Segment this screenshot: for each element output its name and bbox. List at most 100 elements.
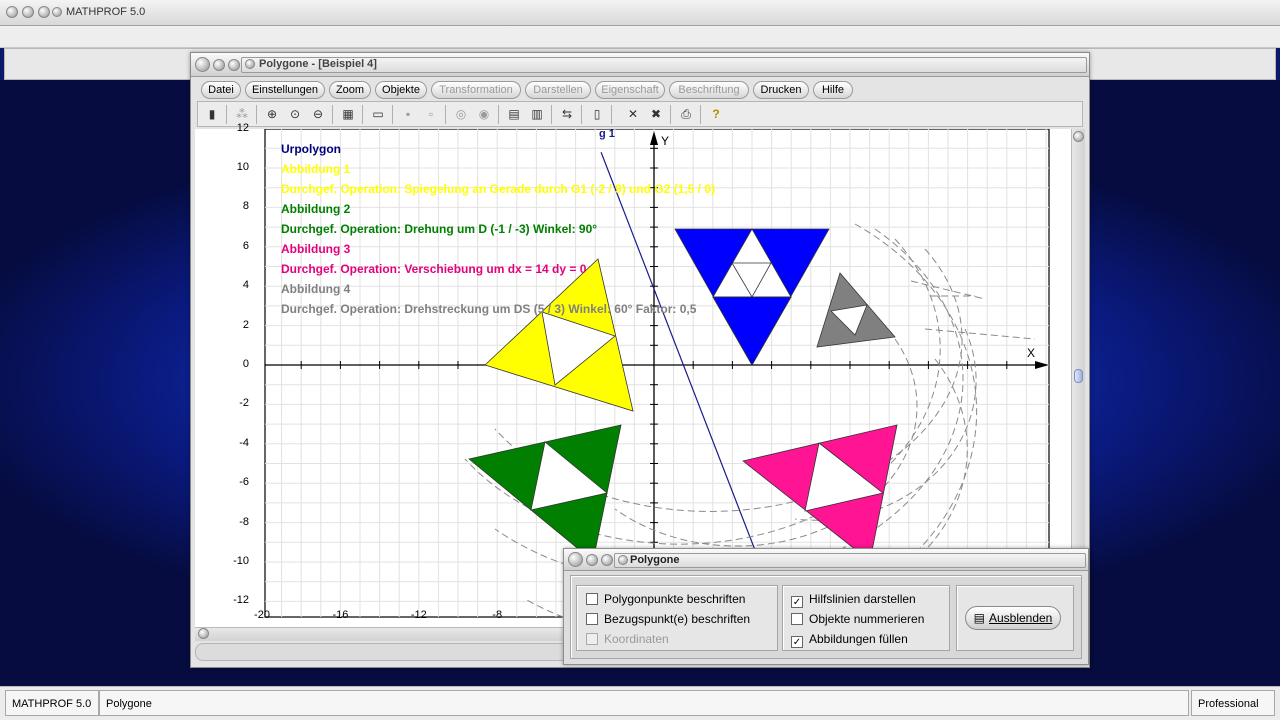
legend-item: Urpolygon	[281, 142, 341, 156]
horizontal-scrollbar[interactable]	[195, 627, 573, 641]
vertical-scroll-thumb[interactable]	[1074, 369, 1083, 383]
menu-hilfe[interactable]: Hilfe	[813, 81, 853, 99]
y-axis-label: Y	[661, 134, 669, 148]
y-tick-label: -12	[233, 594, 249, 607]
dialog-title: Polygone	[630, 554, 680, 566]
x-tick-label: -8	[492, 609, 503, 621]
option-bezugspunkte[interactable]: Bezugspunkt(e) beschriften	[586, 612, 750, 628]
grid-icon[interactable]: ▤	[504, 105, 524, 124]
koordinaten-checkbox[interactable]	[586, 633, 598, 645]
x-tick-label: -12	[410, 609, 427, 621]
helper-line	[924, 328, 1036, 340]
option-hilfslinien[interactable]: ✓ Hilfslinien darstellen	[791, 592, 916, 608]
print-icon[interactable]: ⎙	[676, 105, 696, 124]
x-tick-label: -16	[332, 609, 349, 621]
app-title: MATHPROF 5.0	[66, 6, 146, 18]
statusbar: MATHPROF 5.0 Polygone Professional	[0, 686, 1280, 720]
rotate-icon[interactable]: ◎	[451, 105, 471, 124]
option-nummerieren[interactable]: Objekte nummerieren	[791, 612, 924, 628]
menu-eigenschaft[interactable]: Eigenschaft	[595, 81, 665, 99]
menu-transformation[interactable]: Transformation	[431, 81, 521, 99]
scroll-left-icon[interactable]	[198, 628, 209, 639]
delete-icon[interactable]: ✕	[623, 105, 643, 124]
menu-darstellen[interactable]: Darstellen	[525, 81, 591, 99]
dialog-title-field	[614, 553, 1086, 568]
x-axis-label: X	[1027, 346, 1035, 360]
status-edition: Professional	[1191, 690, 1275, 716]
line-g1-label: g 1	[599, 129, 615, 140]
settings-icon[interactable]: ▦	[338, 105, 358, 124]
dialog-title-orb-icon	[618, 555, 628, 565]
dialog-close-icon[interactable]	[568, 552, 583, 567]
y-tick-label: 12	[236, 121, 249, 134]
copy-icon[interactable]: ▯	[587, 105, 607, 124]
menu-drucken[interactable]: Drucken	[753, 81, 809, 99]
ausblenden-button[interactable]: ▤ Ausblenden	[965, 606, 1061, 630]
delete-all-icon[interactable]: ✖	[646, 105, 666, 124]
original-part	[712, 296, 792, 366]
legend-item: Abbildung 1	[281, 162, 351, 176]
y-tick-label: -4	[239, 436, 249, 449]
hilfslinien-checkbox[interactable]: ✓	[791, 596, 803, 608]
zoom-out-icon[interactable]: ⊖	[308, 105, 328, 124]
y-tick-label: 10	[236, 161, 249, 173]
menu-datei[interactable]: Datei	[201, 81, 241, 99]
app-window-button-icon[interactable]	[22, 6, 34, 18]
window-title-orb-icon	[245, 59, 255, 69]
button-group: ▤ Ausblenden	[956, 585, 1074, 651]
object-single-icon[interactable]: ▪	[398, 105, 418, 124]
dialog-minimize-icon[interactable]	[586, 554, 598, 566]
y-tick-label: -6	[239, 476, 249, 489]
y-tick-label: -10	[233, 555, 249, 567]
legend-item: Abbildung 2	[281, 202, 351, 216]
window-titlebar: Polygone - [Beispiel 4]	[191, 53, 1089, 77]
scroll-up-icon[interactable]	[1073, 131, 1084, 142]
abbildungen-fuellen-checkbox[interactable]: ✓	[791, 636, 803, 648]
legend-item: Abbildung 3	[281, 242, 351, 256]
menu-zoom[interactable]: Zoom	[329, 81, 371, 99]
polygonpunkte-checkbox[interactable]	[586, 593, 598, 605]
exit-icon[interactable]: ▮	[202, 105, 222, 124]
app-window-button-icon[interactable]	[38, 6, 50, 18]
y-tick-label: -2	[239, 397, 249, 410]
y-tick-label: 8	[242, 200, 249, 213]
window-icon[interactable]: ▭	[368, 105, 388, 124]
window-menubar: Datei Einstellungen Zoom Objekte Transfo…	[197, 79, 1083, 101]
app-menubar	[0, 26, 1280, 48]
window-title: Polygone - [Beispiel 4]	[259, 58, 377, 70]
y-tick-label: -8	[239, 515, 249, 528]
app-titlebar: MATHPROF 5.0	[0, 0, 1280, 26]
menu-beschriftung[interactable]: Beschriftung	[669, 81, 749, 99]
app-title-orb-icon	[52, 7, 62, 17]
nummerieren-checkbox[interactable]	[791, 613, 803, 625]
zoom-in-icon[interactable]: ⊕	[262, 105, 282, 124]
label-options-group: Polygonpunkte beschriften Bezugspunkt(e)…	[576, 585, 778, 651]
menu-einstellungen[interactable]: Einstellungen	[245, 81, 325, 99]
option-abbildungen-fuellen[interactable]: ✓ Abbildungen füllen	[791, 632, 908, 648]
object-double-icon[interactable]: ▫	[421, 105, 441, 124]
scroll-track[interactable]	[195, 643, 573, 661]
clipboard-icon[interactable]: ▥	[527, 105, 547, 124]
dialog-titlebar: Polygone	[564, 549, 1088, 571]
window-minimize-icon[interactable]	[213, 59, 225, 71]
x-tick-label: -20	[254, 609, 270, 621]
option-koordinaten[interactable]: Koordinaten	[586, 632, 669, 648]
legend-item: Durchgef. Operation: Spiegelung an Gerad…	[281, 182, 715, 196]
dialog-maximize-icon[interactable]	[601, 554, 613, 566]
status-app: MATHPROF 5.0	[5, 690, 99, 716]
status-module: Polygone	[99, 690, 1189, 716]
y-axis-arrow-icon	[650, 131, 658, 145]
move-icon[interactable]: ⇆	[557, 105, 577, 124]
y-tick-label: 2	[242, 318, 249, 331]
zoom-normal-icon[interactable]: ⊙	[285, 105, 305, 124]
option-polygonpunkte[interactable]: Polygonpunkte beschriften	[586, 592, 745, 608]
x-axis-arrow-icon	[1035, 361, 1049, 369]
menu-objekte[interactable]: Objekte	[375, 81, 427, 99]
bezugspunkte-checkbox[interactable]	[586, 613, 598, 625]
window-close-icon[interactable]	[195, 57, 210, 72]
legend-item: Durchgef. Operation: Drehstreckung um DS…	[281, 302, 697, 316]
window-maximize-icon[interactable]	[228, 59, 240, 71]
rotate-alt-icon[interactable]: ◉	[474, 105, 494, 124]
help-icon[interactable]: ?	[706, 105, 726, 124]
app-window-button-icon[interactable]	[6, 6, 18, 18]
